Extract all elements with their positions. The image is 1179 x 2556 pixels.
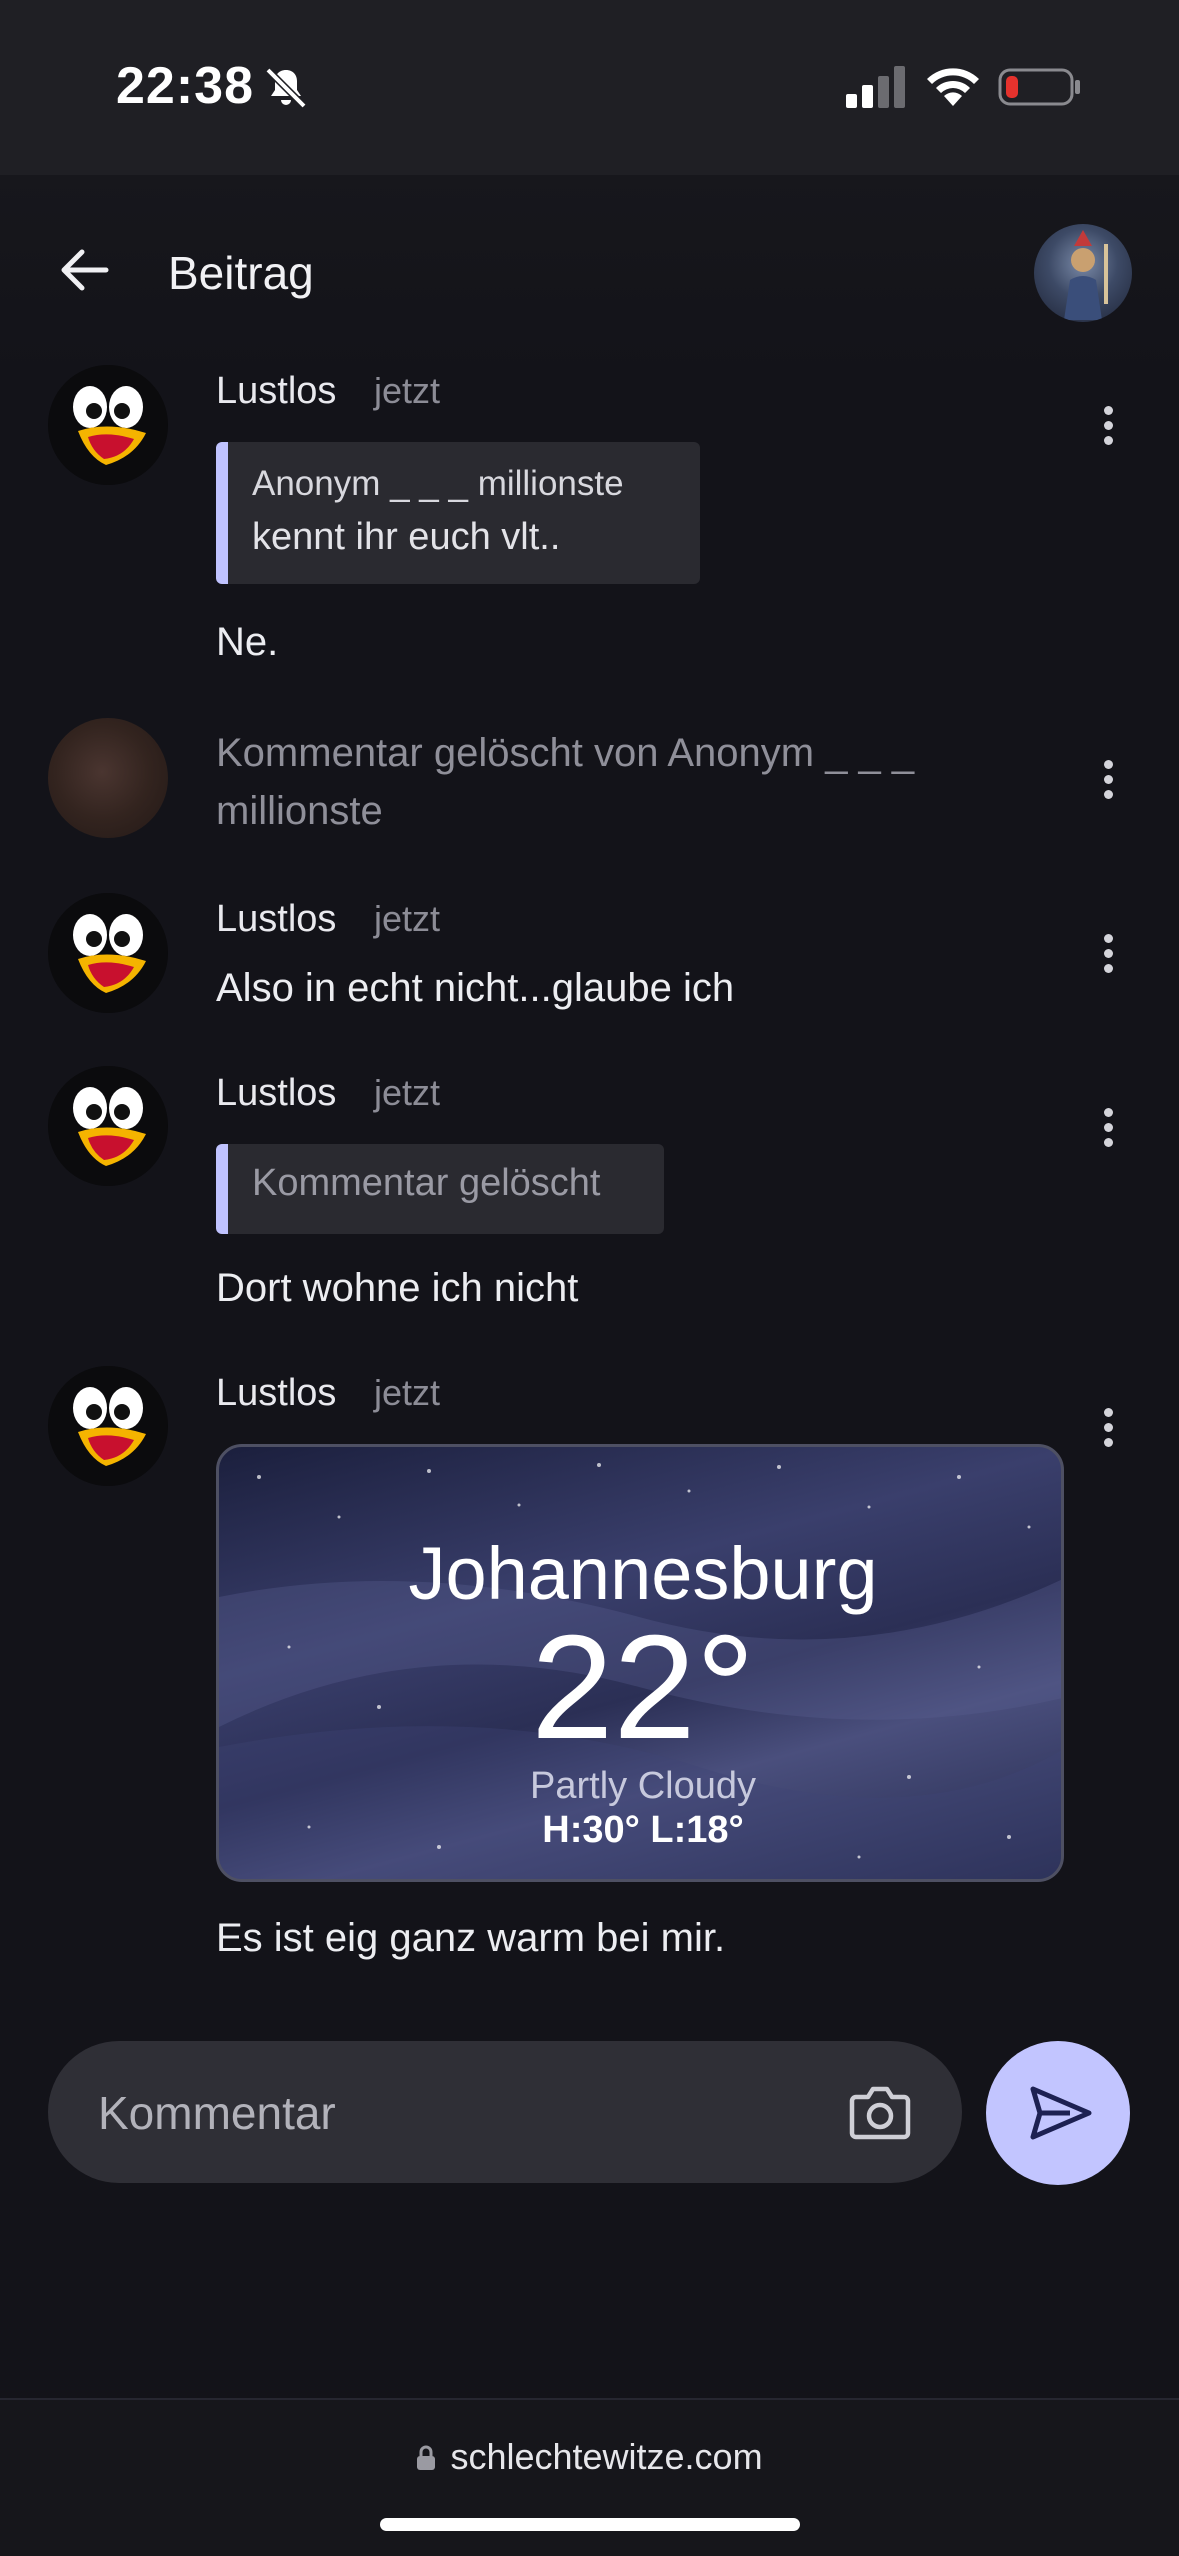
quoted-comment[interactable]: Anonym _ _ _ millionste kennt ihr euch v… (216, 442, 700, 584)
page-title: Beitrag (168, 247, 314, 299)
url-text: schlechtewitze.com (450, 2436, 763, 2477)
comment-author[interactable]: Lustlos (216, 370, 336, 413)
more-options-icon[interactable] (1100, 1108, 1116, 1152)
comment-text: Dort wohne ich nicht (216, 1266, 579, 1310)
comment-input[interactable] (96, 2077, 800, 2149)
quote-deleted-text: Kommentar gelöscht (252, 1162, 601, 1204)
quote-author: Anonym _ _ _ millionste (252, 464, 624, 503)
browser-bottom-bar (0, 2400, 1179, 2556)
avatar[interactable] (48, 1366, 168, 1486)
comment-author[interactable]: Lustlos (216, 1372, 336, 1415)
battery-low-icon (998, 68, 1080, 106)
comment-text: Es ist eig ganz warm bei mir. (216, 1916, 726, 1960)
weather-image[interactable]: Johannesburg 22° Partly Cloudy H:30° L:1… (216, 1444, 1064, 1882)
camera-icon[interactable] (848, 2081, 912, 2143)
cellular-signal-icon (846, 66, 905, 108)
quote-text: kennt ihr euch vlt.. (252, 516, 561, 558)
comment-time: jetzt (374, 898, 441, 939)
weather-temperature: 22° (531, 1605, 755, 1770)
status-bar: 22:38 (0, 0, 1179, 175)
lock-icon (417, 2445, 436, 2470)
comment-time: jetzt (374, 370, 441, 411)
comment-author[interactable]: Lustlos (216, 898, 336, 941)
avatar[interactable] (48, 893, 168, 1013)
more-options-icon[interactable] (1100, 1408, 1116, 1452)
comment-text: Also in echt nicht...glaube ich (216, 966, 735, 1010)
comment-author[interactable]: Lustlos (216, 1072, 336, 1115)
comment-time: jetzt (374, 1072, 441, 1113)
user-avatar[interactable] (1034, 224, 1132, 322)
comment-composer (48, 2041, 962, 2183)
avatar (48, 718, 168, 838)
quoted-comment[interactable]: Kommentar gelöscht (216, 1144, 664, 1234)
home-indicator (380, 2518, 800, 2531)
comment-time: jetzt (374, 1372, 441, 1413)
wifi-icon (927, 68, 979, 106)
deleted-comment-text: Kommentar gelöscht von Anonym _ _ _ mill… (216, 731, 915, 833)
send-button[interactable] (986, 2041, 1130, 2185)
status-time: 22:38 (116, 57, 254, 115)
comment-text: Ne. (216, 620, 279, 664)
weather-city: Johannesburg (408, 1532, 878, 1615)
url-bar[interactable]: schlechtewitze.com (0, 2436, 1179, 2478)
more-options-icon[interactable] (1100, 760, 1116, 804)
weather-condition: Partly Cloudy (530, 1765, 756, 1807)
arrow-left-icon[interactable] (56, 242, 112, 298)
more-options-icon[interactable] (1100, 406, 1116, 450)
avatar[interactable] (48, 365, 168, 485)
more-options-icon[interactable] (1100, 934, 1116, 978)
avatar[interactable] (48, 1066, 168, 1186)
bell-slash-icon (265, 67, 307, 109)
send-icon (1030, 2086, 1092, 2140)
weather-high-low: H:30° L:18° (542, 1809, 744, 1851)
